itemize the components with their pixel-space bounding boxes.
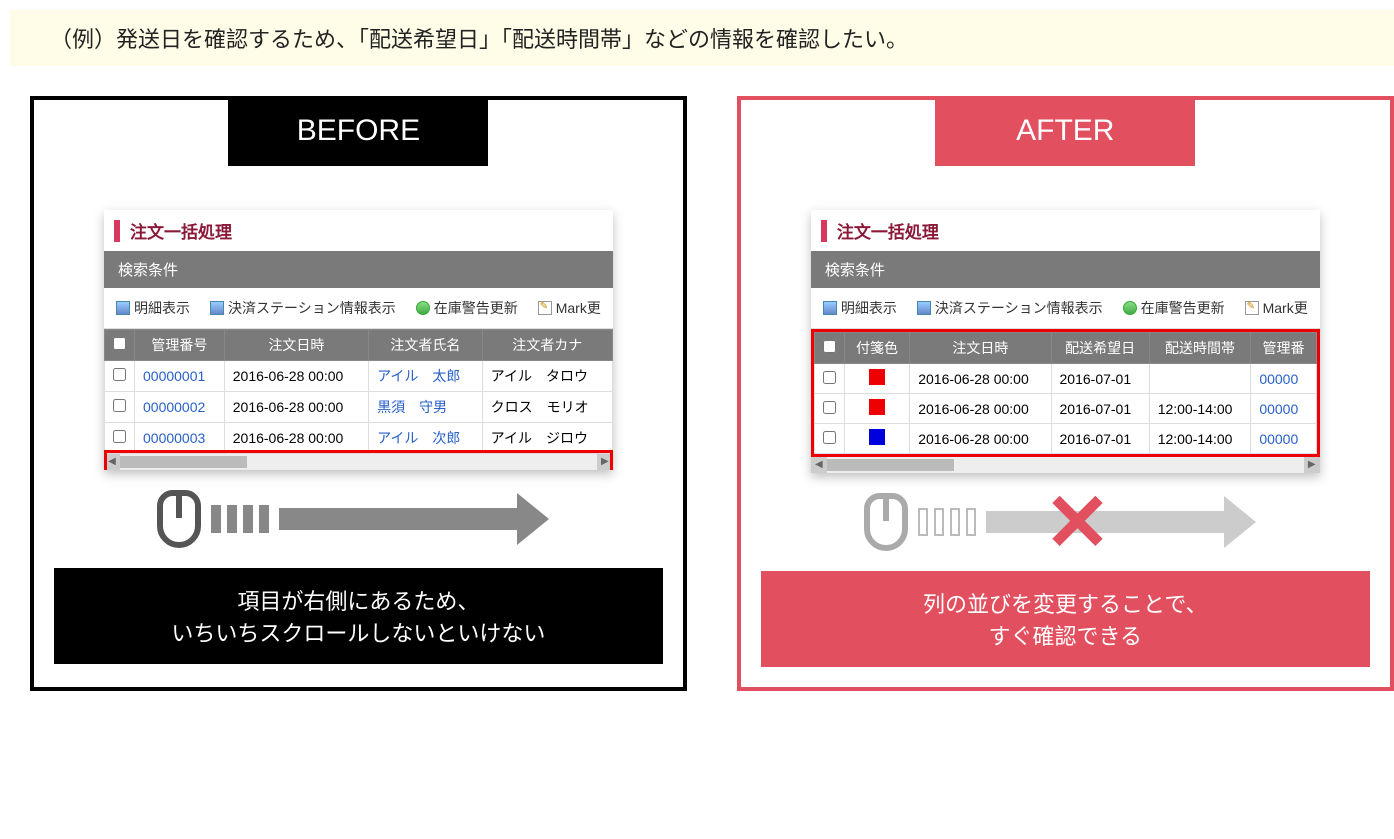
- scroll-thumb[interactable]: [827, 459, 954, 471]
- toolbar-detail[interactable]: 明細表示: [823, 298, 897, 318]
- mouse-icon: [157, 490, 201, 548]
- row-checkbox[interactable]: [823, 371, 836, 384]
- toolbar-stock[interactable]: 在庫警告更新: [1123, 298, 1225, 318]
- toolbar: 明細表示 決済ステーション情報表示 在庫警告更新 Mark更: [811, 288, 1320, 329]
- table-row: 00000002 2016-06-28 00:00 黒須 守男 クロス モリオ: [105, 392, 613, 423]
- horizontal-scrollbar[interactable]: ◀ ▶: [811, 457, 1320, 473]
- before-panel: BEFORE 注文一括処理 検索条件 明細表示 決済ステーション情報表示 在庫警…: [30, 96, 687, 691]
- mark-icon: [538, 301, 552, 315]
- mgmt-no-link[interactable]: 00000: [1251, 424, 1316, 454]
- table-row: 00000001 2016-06-28 00:00 アイル 太郎 アイル タロウ: [105, 361, 613, 392]
- before-label: BEFORE: [228, 96, 488, 166]
- page-title: 注文一括処理: [104, 210, 613, 251]
- select-all-checkbox[interactable]: [113, 337, 126, 350]
- mgmt-no-link[interactable]: 00000002: [135, 392, 225, 423]
- before-screenshot: 注文一括処理 検索条件 明細表示 決済ステーション情報表示 在庫警告更新 Mar…: [104, 210, 613, 470]
- orderer-name-link[interactable]: アイル 次郎: [369, 423, 483, 454]
- toolbar-stock[interactable]: 在庫警告更新: [416, 298, 518, 318]
- after-table: 付箋色 注文日時 配送希望日 配送時間帯 管理番 2016-06-28 00:0…: [814, 332, 1317, 454]
- detail-icon: [917, 301, 931, 315]
- toolbar-payment[interactable]: 決済ステーション情報表示: [917, 298, 1103, 318]
- detail-icon: [823, 301, 837, 315]
- detail-icon: [116, 301, 130, 315]
- toolbar-mark[interactable]: Mark更: [538, 298, 601, 318]
- scroll-right-icon[interactable]: ▶: [1304, 457, 1320, 473]
- scroll-left-icon[interactable]: ◀: [811, 457, 827, 473]
- cross-icon: ✕: [1044, 476, 1111, 569]
- refresh-icon: [416, 301, 430, 315]
- detail-icon: [210, 301, 224, 315]
- toolbar-mark[interactable]: Mark更: [1245, 298, 1308, 318]
- mgmt-no-link[interactable]: 00000001: [135, 361, 225, 392]
- arrow-icon: [279, 508, 519, 530]
- scroll-illustration: [54, 490, 663, 548]
- select-all-checkbox[interactable]: [823, 340, 836, 353]
- table-row: 00000003 2016-06-28 00:00 アイル 次郎 アイル ジロウ: [105, 423, 613, 454]
- scroll-left-icon[interactable]: ◀: [104, 454, 120, 470]
- scroll-illustration: ✕: [761, 493, 1370, 551]
- after-label: AFTER: [935, 96, 1195, 166]
- tag-color-swatch: [869, 429, 885, 445]
- table-row: 2016-06-28 00:00 2016-07-01 00000: [814, 364, 1316, 394]
- search-conditions-bar: 検索条件: [811, 251, 1320, 288]
- toolbar: 明細表示 決済ステーション情報表示 在庫警告更新 Mark更: [104, 288, 613, 329]
- refresh-icon: [1123, 301, 1137, 315]
- after-panel: AFTER 注文一括処理 検索条件 明細表示 決済ステーション情報表示 在庫警告…: [737, 96, 1394, 691]
- row-checkbox[interactable]: [113, 399, 126, 412]
- toolbar-payment[interactable]: 決済ステーション情報表示: [210, 298, 396, 318]
- mgmt-no-link[interactable]: 00000: [1251, 364, 1316, 394]
- mark-icon: [1245, 301, 1259, 315]
- row-checkbox[interactable]: [113, 430, 126, 443]
- page-title: 注文一括処理: [811, 210, 1320, 251]
- tag-color-swatch: [869, 369, 885, 385]
- mouse-icon: [864, 493, 908, 551]
- row-checkbox[interactable]: [113, 368, 126, 381]
- table-row: 2016-06-28 00:00 2016-07-01 12:00-14:00 …: [814, 424, 1316, 454]
- tag-color-swatch: [869, 399, 885, 415]
- row-checkbox[interactable]: [823, 431, 836, 444]
- horizontal-scrollbar[interactable]: ◀ ▶: [104, 454, 613, 470]
- orderer-name-link[interactable]: アイル 太郎: [369, 361, 483, 392]
- row-checkbox[interactable]: [823, 401, 836, 414]
- search-conditions-bar: 検索条件: [104, 251, 613, 288]
- after-screenshot: 注文一括処理 検索条件 明細表示 決済ステーション情報表示 在庫警告更新 Mar…: [811, 210, 1320, 473]
- mgmt-no-link[interactable]: 00000003: [135, 423, 225, 454]
- scroll-right-icon[interactable]: ▶: [597, 454, 613, 470]
- before-table: 管理番号 注文日時 注文者氏名 注文者カナ 00000001 2016-06-2…: [104, 329, 613, 454]
- example-description: （例）発送日を確認するため、「配送希望日」「配送時間帯」などの情報を確認したい。: [10, 10, 1394, 66]
- table-row: 2016-06-28 00:00 2016-07-01 12:00-14:00 …: [814, 394, 1316, 424]
- scroll-thumb[interactable]: [120, 456, 247, 468]
- after-caption: 列の並びを変更することで、 すぐ確認できる: [761, 571, 1370, 667]
- toolbar-detail[interactable]: 明細表示: [116, 298, 190, 318]
- before-caption: 項目が右側にあるため、 いちいちスクロールしないといけない: [54, 568, 663, 664]
- mgmt-no-link[interactable]: 00000: [1251, 394, 1316, 424]
- orderer-name-link[interactable]: 黒須 守男: [369, 392, 483, 423]
